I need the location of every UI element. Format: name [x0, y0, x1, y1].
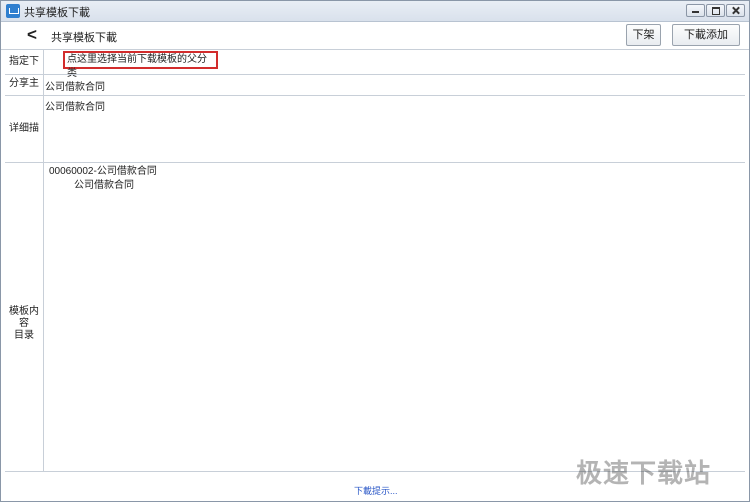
row-divider: [5, 95, 745, 96]
download-hint-link[interactable]: 下載提示...: [354, 484, 398, 497]
app-logo-icon: [6, 4, 20, 18]
maximize-icon[interactable]: [706, 4, 725, 17]
share-subject-label: 分享主题: [5, 75, 44, 107]
contents-tree: 00060002-公司借款合同 公司借款合同: [49, 165, 157, 193]
share-subject-value: 公司借款合同: [45, 82, 105, 93]
close-icon[interactable]: [726, 4, 745, 17]
tree-node[interactable]: 00060002-公司借款合同: [49, 165, 157, 179]
contents-label-line1: 模板内容: [9, 306, 39, 329]
contents-label: 模板内容 目录: [5, 163, 44, 471]
row-divider: [5, 162, 745, 163]
watermark: 极速下载站: [576, 458, 712, 488]
contents-label-line2: 目录: [14, 330, 34, 341]
chevron-left-icon[interactable]: <: [23, 26, 41, 44]
window-title: 共享模板下載: [24, 7, 90, 19]
minimize-icon[interactable]: [686, 4, 705, 17]
unshelve-button[interactable]: 下架: [626, 24, 661, 46]
description-label: 详细描述: [5, 96, 44, 200]
description-textarea[interactable]: 公司借款合同: [45, 98, 105, 113]
title-bar: 共享模板下載: [1, 1, 749, 22]
download-dir-label: 指定下載目录: [5, 50, 44, 91]
page-title: 共享模板下載: [51, 32, 117, 44]
app-window: 共享模板下載 < 共享模板下載 下架 下載添加 指定下載目录 点这里选择当前下载…: [0, 0, 750, 502]
download-dir-selector[interactable]: 点这里选择当前下载模板的父分类: [63, 51, 218, 79]
row-divider: [5, 74, 745, 75]
tree-child-node[interactable]: 公司借款合同: [49, 179, 157, 193]
download-add-button[interactable]: 下載添加: [672, 24, 740, 46]
toolbar: < 共享模板下載 下架 下載添加: [1, 22, 749, 50]
